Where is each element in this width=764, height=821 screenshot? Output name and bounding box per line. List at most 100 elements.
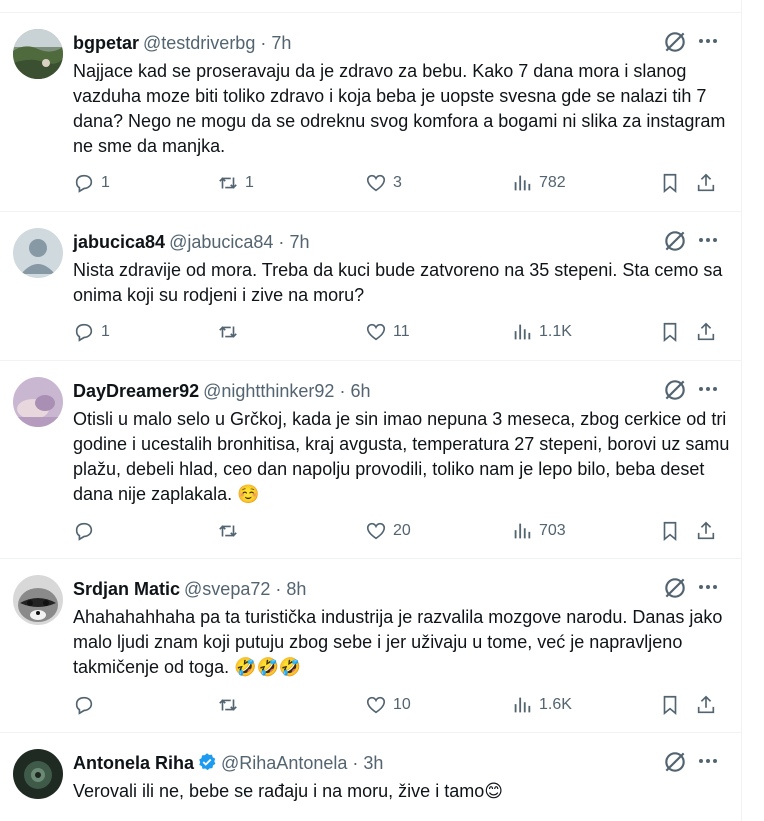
grok-icon[interactable] — [662, 228, 688, 254]
tweet[interactable]: Antonela Riha @RihaAntonela · 3h Verovali… — [0, 733, 741, 821]
user-handle[interactable]: @testdriverbg — [143, 33, 255, 53]
avatar[interactable] — [13, 749, 63, 799]
share-icon — [697, 173, 715, 192]
more-icon[interactable] — [696, 575, 720, 599]
repost-button[interactable] — [217, 519, 239, 543]
reply-button[interactable]: 1 — [73, 171, 110, 195]
avatar[interactable] — [13, 377, 63, 427]
display-name[interactable]: Srdjan Matic — [73, 579, 180, 599]
reply-button[interactable]: 1 — [73, 320, 110, 344]
more-icon[interactable] — [696, 377, 720, 401]
repost-count: 1 — [245, 174, 254, 191]
like-icon — [366, 174, 386, 192]
reply-button[interactable] — [73, 693, 95, 717]
bookmark-button[interactable] — [659, 519, 681, 543]
tweet-header: Antonela Riha @RihaAntonela · 3h — [73, 751, 383, 778]
repost-button[interactable] — [217, 693, 239, 717]
tweet-header: Srdjan Matic @svepa72 · 8h — [73, 577, 306, 601]
avatar[interactable] — [13, 29, 63, 79]
tweet-header: bgpetar @testdriverbg · 7h — [73, 31, 291, 55]
tweet[interactable]: bgpetar @testdriverbg · 7h Najjace kad se… — [0, 13, 741, 212]
tweet[interactable]: DayDreamer92 @nightthinker92 · 6h Otisli … — [0, 361, 741, 559]
grok-icon[interactable] — [662, 29, 688, 55]
bookmark-button[interactable] — [659, 171, 681, 195]
separator-dot: · — [339, 381, 346, 401]
reply-button[interactable] — [73, 519, 95, 543]
user-handle[interactable]: @RihaAntonela — [221, 753, 347, 773]
views-button[interactable]: 1.6K — [511, 693, 572, 717]
user-handle[interactable]: @svepa72 — [184, 579, 270, 599]
timestamp[interactable]: 7h — [289, 232, 309, 252]
action-bar: 1 11 1.1K — [73, 320, 733, 344]
tweet-text: Najjace kad se proseravaju da je zdravo … — [73, 61, 726, 156]
display-name[interactable]: DayDreamer92 — [73, 381, 199, 401]
display-name[interactable]: jabucica84 — [73, 232, 165, 252]
timestamp[interactable]: 6h — [350, 381, 370, 401]
bookmark-button[interactable] — [659, 693, 681, 717]
tweet-text-container: Verovali ili ne, bebe se rađaju i na mor… — [73, 779, 733, 804]
views-button[interactable]: 703 — [511, 519, 566, 543]
share-button[interactable] — [695, 320, 717, 344]
tweet-text-container: Ahahahahhaha pa ta turistička industrija… — [73, 605, 733, 680]
repost-button[interactable] — [217, 320, 245, 344]
tweet-text: Otisli u malo selo u Grčkoj, kada je sin… — [73, 409, 730, 504]
repost-button[interactable]: 1 — [217, 171, 254, 195]
share-button[interactable] — [695, 171, 717, 195]
action-bar: 1 1 3 782 — [73, 171, 733, 195]
bookmark-button[interactable] — [659, 320, 681, 344]
like-button[interactable]: 3 — [365, 171, 402, 195]
timestamp[interactable]: 3h — [363, 753, 383, 773]
share-button[interactable] — [695, 519, 717, 543]
emoji: 🤣🤣🤣 — [234, 657, 302, 677]
reply-count: 1 — [101, 323, 110, 340]
separator-dot: · — [260, 33, 267, 53]
tweet-text: Verovali ili ne, bebe se rađaju i na mor… — [73, 781, 485, 801]
avatar[interactable] — [13, 575, 63, 625]
views-icon — [514, 697, 531, 713]
views-icon — [514, 324, 531, 340]
share-button[interactable] — [695, 693, 717, 717]
tweet-text-container: Otisli u malo selo u Grčkoj, kada je sin… — [73, 407, 733, 507]
views-button[interactable]: 1.1K — [511, 320, 572, 344]
emoji: ☺️ — [237, 484, 260, 504]
timestamp[interactable]: 7h — [271, 33, 291, 53]
verified-badge-icon — [197, 752, 217, 778]
timestamp[interactable]: 8h — [286, 579, 306, 599]
view-count: 782 — [539, 174, 566, 191]
reply-icon — [75, 323, 93, 342]
views-button[interactable]: 782 — [511, 171, 566, 195]
like-icon — [366, 696, 386, 714]
avatar[interactable] — [13, 228, 63, 278]
display-name[interactable]: bgpetar — [73, 33, 139, 53]
separator-dot: · — [352, 753, 359, 773]
grok-icon[interactable] — [662, 749, 688, 775]
like-count: 20 — [393, 522, 411, 539]
user-handle[interactable]: @nightthinker92 — [203, 381, 334, 401]
tweet[interactable]: Srdjan Matic @svepa72 · 8h Ahahahahhaha p… — [0, 559, 741, 733]
repost-icon — [219, 699, 237, 711]
user-handle[interactable]: @jabucica84 — [169, 232, 273, 252]
display-name[interactable]: Antonela Riha — [73, 753, 194, 773]
tweet-text: Nista zdravije od mora. Treba da kuci bu… — [73, 260, 723, 305]
share-icon — [697, 521, 715, 540]
tweet-header: jabucica84 @jabucica84 · 7h — [73, 230, 309, 254]
like-count: 11 — [393, 323, 410, 340]
like-button[interactable]: 11 — [365, 320, 410, 344]
grok-icon[interactable] — [662, 377, 688, 403]
views-icon — [514, 523, 531, 539]
reply-icon — [75, 696, 93, 715]
more-icon[interactable] — [696, 29, 720, 53]
reply-icon — [75, 174, 93, 193]
more-icon[interactable] — [696, 228, 720, 252]
grok-icon[interactable] — [662, 575, 688, 601]
separator-dot: · — [275, 579, 282, 599]
tweet[interactable]: jabucica84 @jabucica84 · 7h Nista zdravij… — [0, 212, 741, 361]
like-button[interactable]: 20 — [365, 519, 411, 543]
like-icon — [366, 522, 386, 540]
divider — [0, 0, 741, 13]
like-button[interactable]: 10 — [365, 693, 411, 717]
like-count: 3 — [393, 174, 402, 191]
separator-dot: · — [278, 232, 285, 252]
more-icon[interactable] — [696, 749, 720, 773]
bookmark-icon — [663, 521, 677, 542]
